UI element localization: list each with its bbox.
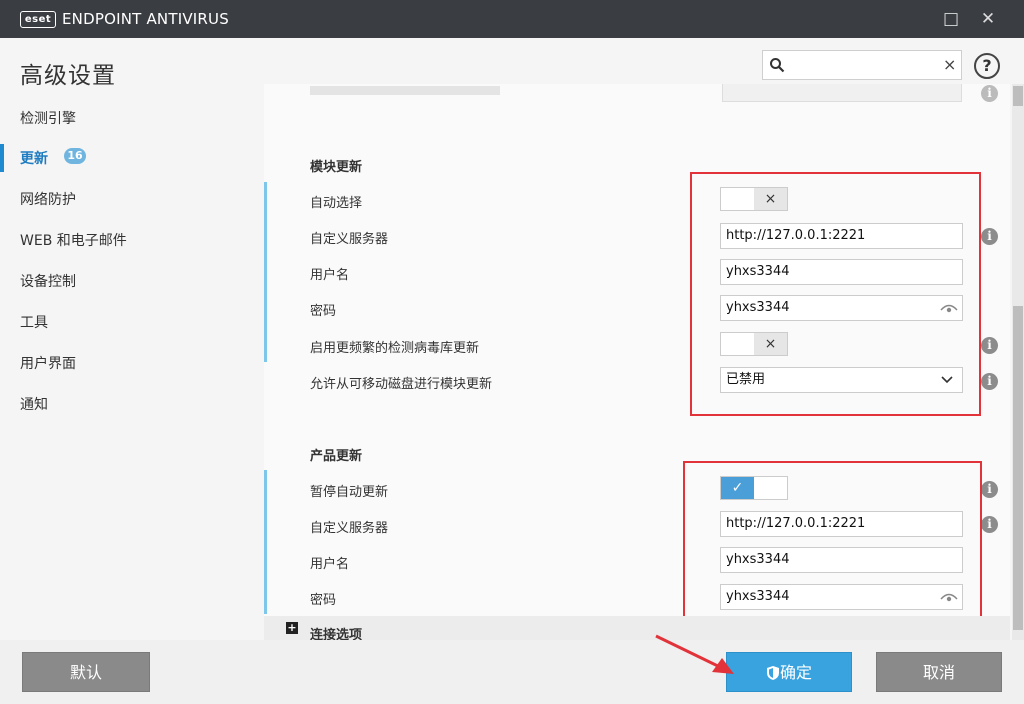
shield-icon [766,666,779,680]
footer-bar [0,640,1024,704]
sidebar-item-notifications[interactable]: 通知 [20,394,48,414]
pause-update-label: 暂停自动更新 [310,485,389,500]
highlight-box-module [690,172,981,416]
sidebar-item-detection-engine[interactable]: 检测引擎 [20,108,76,128]
highlight-box-product [683,461,982,624]
scrollbar-thumb[interactable] [1013,306,1023,630]
truncated-row-label [310,86,500,95]
connection-options-row[interactable] [264,616,1010,640]
info-icon[interactable]: i [981,516,998,533]
cancel-button[interactable]: 取消 [876,652,1002,692]
section-title-module-update: 模块更新 [310,160,363,175]
product-username-label: 用户名 [310,557,350,572]
annotation-arrow-icon [655,634,734,674]
username-label: 用户名 [310,268,350,283]
sidebar-item-tools[interactable]: 工具 [20,312,48,332]
info-icon[interactable]: i [981,228,998,245]
removable-update-label: 允许从可移动磁盘进行模块更新 [310,377,493,392]
title-bar: eset ENDPOINT ANTIVIRUS □ ✕ [0,0,1024,38]
close-window-button[interactable]: ✕ [973,6,1003,32]
sidebar-item-user-interface[interactable]: 用户界面 [20,353,76,373]
sidebar-item-network-protection[interactable]: 网络防护 [20,189,76,209]
app-title: ENDPOINT ANTIVIRUS [62,10,229,28]
password-label: 密码 [310,304,337,319]
section-title-product-update: 产品更新 [310,449,363,464]
product-password-label: 密码 [310,593,337,608]
custom-server-label: 自定义服务器 [310,232,389,247]
search-input[interactable] [789,54,943,78]
expand-icon[interactable]: + [286,622,298,634]
ok-button[interactable]: 确定 [726,652,852,692]
info-icon[interactable]: i [981,481,998,498]
help-icon[interactable]: ? [974,53,1000,79]
ok-button-label: 确定 [779,663,812,682]
product-server-label: 自定义服务器 [310,521,389,536]
sidebar-item-update[interactable]: 更新 [20,148,48,168]
section-accent [264,470,267,614]
frequent-update-label: 启用更频繁的检测病毒库更新 [310,341,480,356]
maximize-button[interactable]: □ [936,6,966,32]
truncated-dropdown[interactable] [722,84,962,102]
scrollbar-top-cap [1013,86,1023,106]
search-box[interactable]: × [762,50,962,80]
default-button[interactable]: 默认 [22,652,150,692]
auto-select-label: 自动选择 [310,196,363,211]
section-accent [264,182,267,362]
info-icon[interactable]: i [981,373,998,390]
clear-search-icon[interactable]: × [943,55,956,74]
info-icon[interactable]: i [981,85,998,102]
sidebar-item-web-email[interactable]: WEB 和电子邮件 [20,230,127,250]
sidebar-item-device-control[interactable]: 设备控制 [20,271,76,291]
search-icon [770,58,785,73]
update-count-badge: 16 [64,148,86,164]
page-title: 高级设置 [20,63,116,89]
info-icon[interactable]: i [981,337,998,354]
eset-logo: eset [20,11,56,28]
active-nav-indicator [0,144,4,172]
